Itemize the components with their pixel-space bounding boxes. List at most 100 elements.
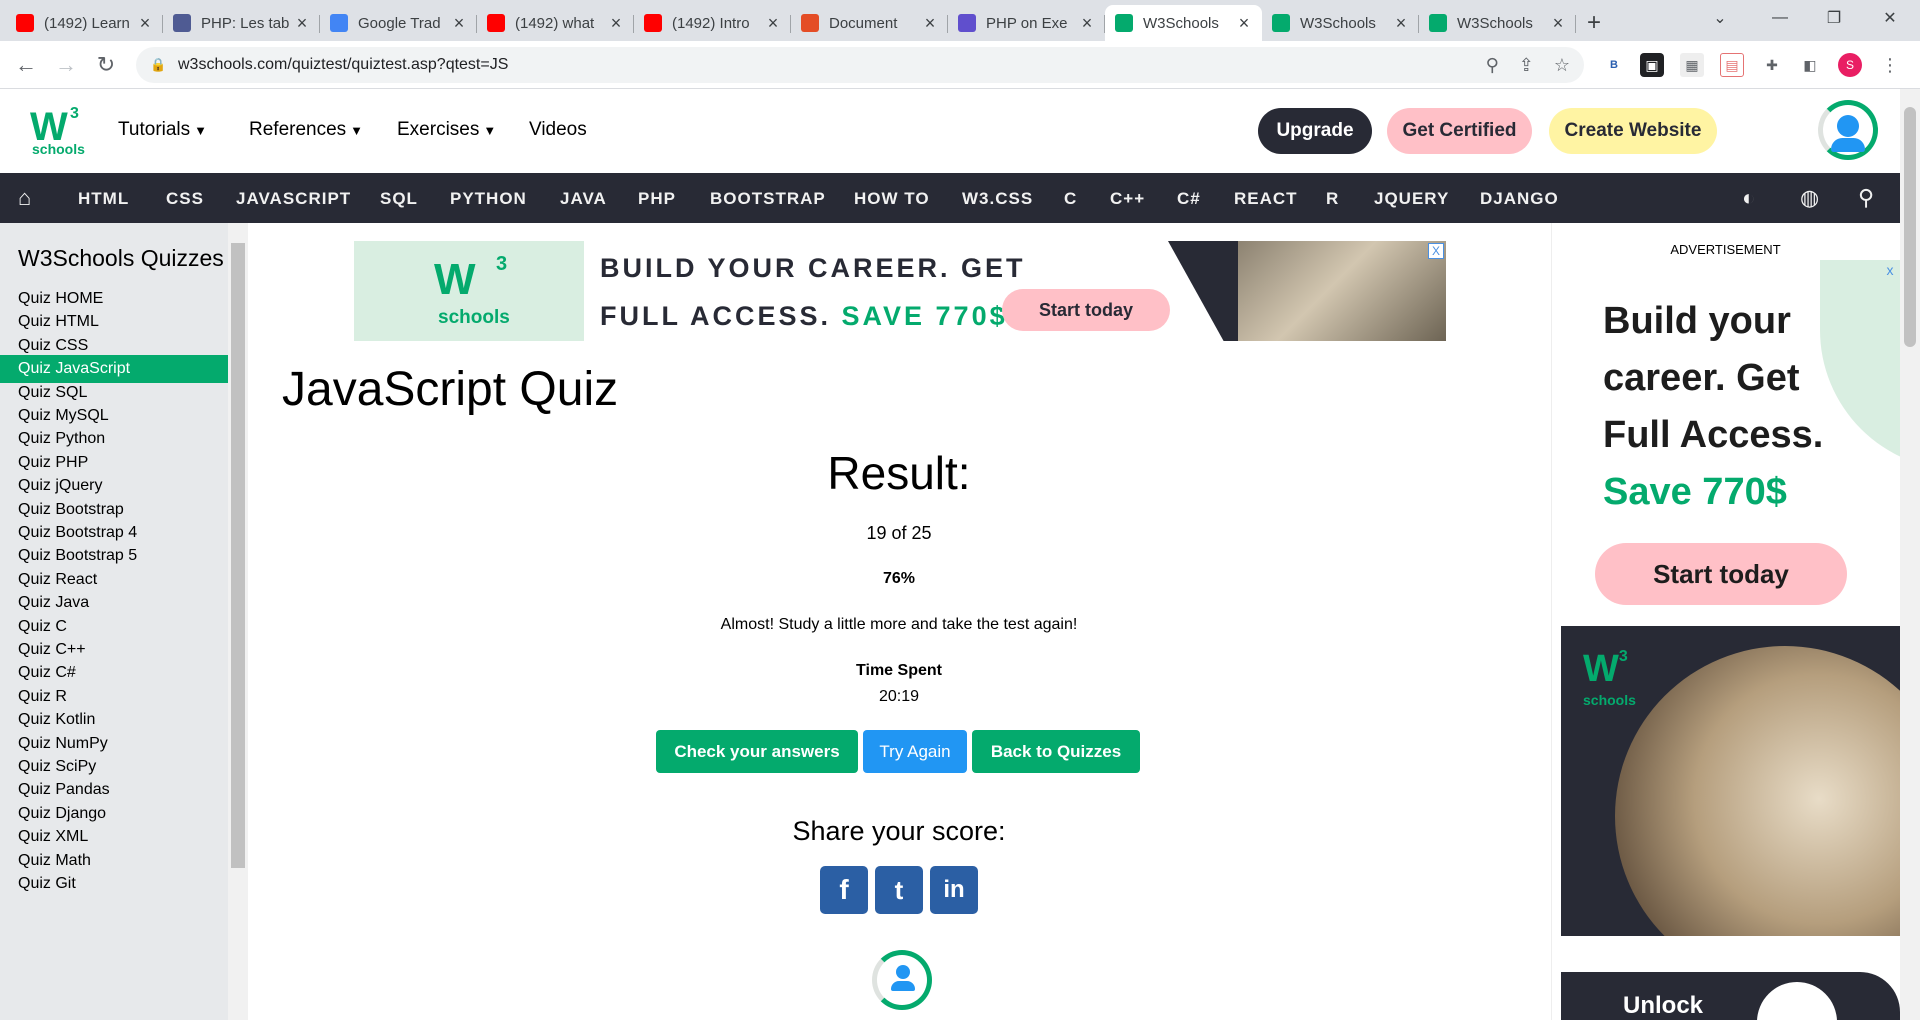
browser-tab[interactable]: Document × [791, 5, 948, 41]
upgrade-button[interactable]: Upgrade [1258, 108, 1372, 154]
check-answers-button[interactable]: Check your answers [656, 730, 858, 773]
zoom-icon[interactable]: ⚲ [1486, 55, 1499, 76]
browser-tab[interactable]: W3Schools × [1419, 5, 1576, 41]
tab-close-icon[interactable]: × [1079, 13, 1095, 34]
minimize-icon[interactable]: — [1752, 0, 1808, 36]
topic-cpp[interactable]: C++ [1110, 189, 1145, 209]
get-certified-button[interactable]: Get Certified [1387, 108, 1532, 154]
back-icon[interactable]: ← [6, 45, 46, 85]
search-icon[interactable]: ⚲ [1858, 185, 1874, 211]
ad-start-today-button[interactable]: Start today [1595, 543, 1847, 605]
topic-sql[interactable]: SQL [380, 189, 418, 209]
browser-tab[interactable]: (1492) Learn × [6, 5, 163, 41]
sidebar-scrollbar[interactable] [228, 223, 248, 1020]
try-again-button[interactable]: Try Again [863, 730, 967, 773]
profile-avatar[interactable]: S [1838, 53, 1862, 77]
topic-w3css[interactable]: W3.CSS [962, 189, 1033, 209]
twitter-icon[interactable]: t [875, 866, 923, 914]
ad-logo-schools: schools [1583, 692, 1636, 708]
tab-search-icon[interactable]: ⌄ [1692, 0, 1748, 36]
side-ad-career[interactable]: Build your career. Get Full Access. Save… [1561, 260, 1900, 630]
browser-tab[interactable]: W3Schools × [1105, 5, 1262, 41]
topic-css[interactable]: CSS [166, 189, 204, 209]
page-scroll-thumb[interactable] [1904, 107, 1916, 347]
tab-close-icon[interactable]: × [137, 13, 153, 34]
facebook-icon[interactable]: f [820, 866, 868, 914]
ad-close-icon[interactable]: x [1882, 262, 1898, 278]
topic-howto[interactable]: HOW TO [854, 189, 930, 209]
topic-csharp[interactable]: C# [1177, 189, 1201, 209]
tab-separator [1575, 15, 1576, 33]
browser-tab[interactable]: (1492) what × [477, 5, 634, 41]
tab-close-icon[interactable]: × [1236, 13, 1252, 34]
extension-calendar-icon[interactable]: ▤ [1720, 53, 1744, 77]
w3schools-logo[interactable]: W 3 schools [30, 105, 86, 157]
ad-line-2: career. Get [1603, 357, 1800, 399]
tab-title: Google Trad [358, 14, 441, 32]
browser-tab[interactable]: W3Schools × [1262, 5, 1419, 41]
w3schools-icon [1272, 14, 1290, 32]
banner-start-today-button[interactable]: Start today [1002, 289, 1170, 331]
topic-c[interactable]: C [1064, 189, 1077, 209]
top-banner-ad[interactable]: W 3 schools BUILD YOUR CAREER. GET FULL … [354, 241, 1446, 341]
forward-icon[interactable]: → [46, 45, 86, 85]
topic-java[interactable]: JAVA [560, 189, 607, 209]
share-icon[interactable]: ⇪ [1519, 55, 1534, 76]
topic-html[interactable]: HTML [78, 189, 129, 209]
banner-logo-w: W [434, 255, 476, 304]
browser-tab[interactable]: PHP on Exe × [948, 5, 1105, 41]
home-icon[interactable]: ⌂ [18, 185, 31, 211]
youtube-icon [16, 14, 34, 32]
back-to-quizzes-button[interactable]: Back to Quizzes [972, 730, 1140, 773]
topic-jquery[interactable]: JQUERY [1374, 189, 1449, 209]
tab-close-icon[interactable]: × [608, 13, 624, 34]
bookmark-star-icon[interactable]: ☆ [1554, 55, 1570, 76]
tab-close-icon[interactable]: × [1393, 13, 1409, 34]
topic-react[interactable]: REACT [1234, 189, 1298, 209]
tab-close-icon[interactable]: × [1550, 13, 1566, 34]
close-window-icon[interactable]: ✕ [1862, 0, 1918, 36]
nav-exercises[interactable]: Exercises ▼ [397, 119, 496, 141]
user-avatar-icon[interactable] [1818, 100, 1878, 160]
extensions-puzzle-icon[interactable]: ✚ [1760, 53, 1784, 77]
user-avatar-bottom-icon[interactable] [872, 950, 932, 1010]
tab-close-icon[interactable]: × [451, 13, 467, 34]
browser-tab[interactable]: Google Trad × [320, 5, 477, 41]
reload-icon[interactable]: ↻ [86, 45, 126, 85]
tab-close-icon[interactable]: × [294, 13, 310, 34]
sidebar-scroll-thumb[interactable] [231, 243, 245, 868]
banner-close-icon[interactable]: X [1428, 243, 1444, 259]
extension-b-icon[interactable]: B [1602, 53, 1626, 77]
linkedin-icon[interactable]: in [930, 866, 978, 914]
side-panel-icon[interactable]: ◧ [1798, 53, 1822, 77]
topic-javascript[interactable]: JAVASCRIPT [236, 189, 351, 209]
nav-references[interactable]: References ▼ [249, 119, 363, 141]
side-ad-unlock[interactable]: Unlock [1561, 972, 1900, 1020]
create-website-button[interactable]: Create Website [1549, 108, 1717, 154]
extension-grid-icon[interactable]: ▦ [1680, 53, 1704, 77]
tab-close-icon[interactable]: × [922, 13, 938, 34]
globe-icon[interactable]: ◍ [1800, 185, 1819, 211]
sidebar-quiz-link[interactable]: Quiz Git [0, 870, 228, 898]
restore-icon[interactable]: ❐ [1806, 0, 1862, 36]
page-scrollbar[interactable] [1900, 89, 1920, 1020]
tab-close-icon[interactable]: × [765, 13, 781, 34]
side-ad-photo[interactable]: W3 schools [1561, 626, 1900, 936]
topic-php[interactable]: PHP [638, 189, 676, 209]
topic-bootstrap[interactable]: BOOTSTRAP [710, 189, 826, 209]
browser-tab[interactable]: (1492) Intro × [634, 5, 791, 41]
address-bar[interactable]: 🔒 w3schools.com/quiztest/quiztest.asp?qt… [136, 47, 1584, 83]
browser-menu-icon[interactable]: ⋮ [1878, 53, 1902, 77]
nav-videos[interactable]: Videos [529, 119, 587, 141]
nav-tutorials[interactable]: Tutorials ▼ [118, 119, 207, 141]
lock-icon: 🔒 [150, 57, 167, 72]
advertisement-label: ADVERTISEMENT [1670, 242, 1781, 257]
topic-django[interactable]: DJANGO [1480, 189, 1559, 209]
new-tab-icon[interactable]: + [1576, 5, 1612, 41]
browser-tab[interactable]: PHP: Les tab × [163, 5, 320, 41]
topic-r[interactable]: R [1326, 189, 1339, 209]
topic-python[interactable]: PYTHON [450, 189, 527, 209]
dark-mode-icon[interactable]: ◐ [1742, 185, 1755, 211]
extension-terminal-icon[interactable]: ▣ [1640, 53, 1664, 77]
score-percent: 76% [882, 570, 916, 587]
